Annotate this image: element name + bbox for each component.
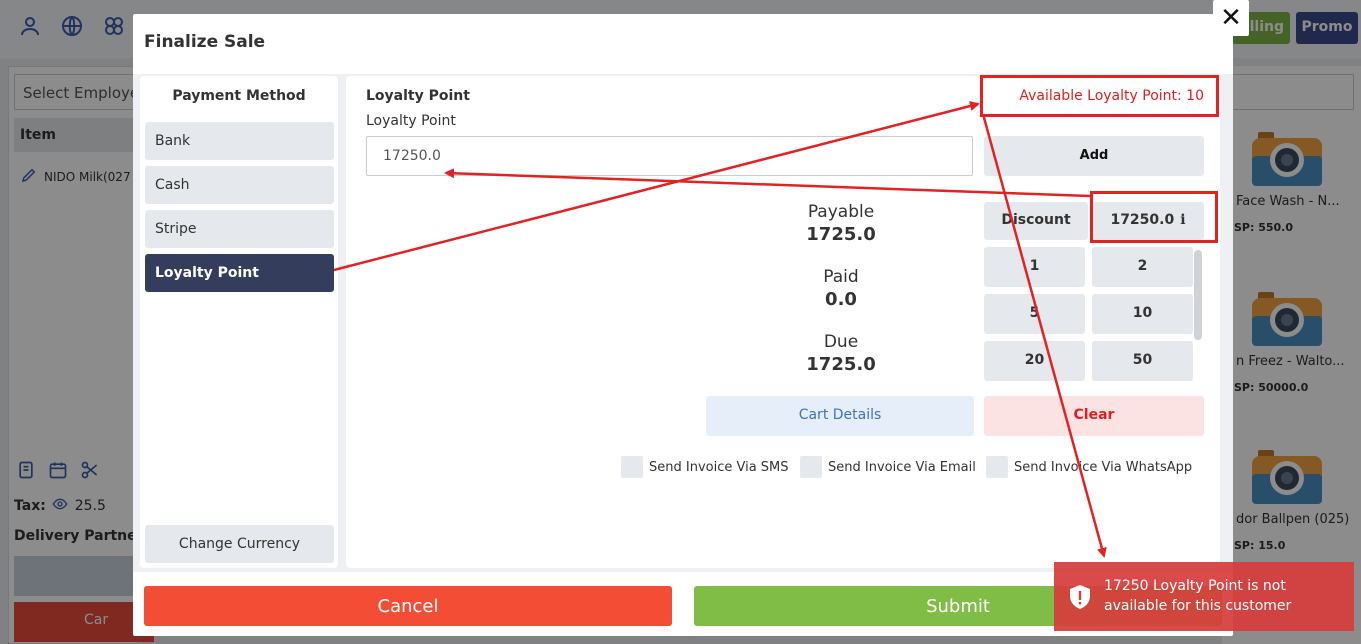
shield-warning-icon	[1068, 584, 1092, 610]
keypad-key[interactable]: 20	[984, 341, 1085, 381]
payment-method-stripe[interactable]: Stripe	[145, 210, 334, 248]
modal-title: Finalize Sale	[144, 32, 266, 52]
send-sms-checkbox[interactable]	[621, 456, 643, 478]
payment-method-bank[interactable]: Bank	[145, 122, 334, 160]
clear-button[interactable]: Clear	[984, 396, 1204, 436]
send-whatsapp-checkbox[interactable]	[986, 456, 1008, 478]
send-email-label: Send Invoice Via Email	[828, 459, 976, 475]
due-value: 1725.0	[806, 354, 876, 375]
modal-body: Payment Method Bank Cash Stripe Loyalty …	[133, 74, 1233, 572]
payable-label: Payable	[807, 202, 875, 222]
payable-value: 1725.0	[806, 224, 876, 245]
add-button[interactable]: Add	[984, 136, 1204, 176]
error-toast[interactable]: 17250 Loyalty Point is not available for…	[1054, 562, 1354, 631]
change-currency-button[interactable]: Change Currency	[145, 525, 334, 563]
payment-method-title: Payment Method	[172, 88, 306, 104]
loyalty-heading: Loyalty Point	[366, 88, 470, 104]
loyalty-field-label: Loyalty Point	[366, 113, 456, 129]
payable-summary: Payable 1725.0	[756, 202, 926, 245]
payment-method-panel: Payment Method Bank Cash Stripe Loyalty …	[140, 76, 338, 568]
keypad-key[interactable]: 50	[1092, 341, 1193, 381]
send-sms-label: Send Invoice Via SMS	[649, 459, 789, 475]
paid-label: Paid	[823, 267, 859, 287]
due-label: Due	[823, 332, 859, 352]
payment-method-loyalty-point[interactable]: Loyalty Point	[145, 254, 334, 292]
annotation-box-discount-value	[1090, 191, 1218, 243]
annotation-box-available-points	[980, 75, 1219, 117]
keypad-key[interactable]: 2	[1092, 247, 1193, 287]
discount-button[interactable]: Discount	[984, 202, 1088, 240]
keypad-key[interactable]: 10	[1092, 294, 1193, 334]
toast-message: 17250 Loyalty Point is not available for…	[1104, 578, 1292, 614]
paid-summary: Paid 0.0	[756, 267, 926, 310]
send-whatsapp-option[interactable]: Send Invoice Via WhatsApp	[986, 456, 1192, 478]
amount-keypad: 1 2 5 10 20 50	[984, 247, 1204, 389]
keypad-key[interactable]: 1	[984, 247, 1085, 287]
send-sms-option[interactable]: Send Invoice Via SMS	[621, 456, 789, 478]
send-whatsapp-label: Send Invoice Via WhatsApp	[1014, 459, 1193, 475]
due-summary: Due 1725.0	[756, 332, 926, 375]
cancel-button[interactable]: Cancel	[144, 586, 672, 626]
keypad-scrollbar[interactable]	[1194, 250, 1202, 340]
payment-details-panel: Loyalty Point Loyalty Point Available Lo…	[346, 76, 1220, 568]
cart-details-button[interactable]: Cart Details	[706, 396, 974, 436]
keypad-key[interactable]: 5	[984, 294, 1085, 334]
paid-value: 0.0	[825, 289, 857, 310]
loyalty-point-input[interactable]	[366, 136, 973, 176]
payment-method-cash[interactable]: Cash	[145, 166, 334, 204]
send-email-option[interactable]: Send Invoice Via Email	[800, 456, 976, 478]
close-button[interactable]: ✕	[1213, 0, 1249, 36]
send-email-checkbox[interactable]	[800, 456, 822, 478]
close-icon: ✕	[1220, 3, 1242, 33]
